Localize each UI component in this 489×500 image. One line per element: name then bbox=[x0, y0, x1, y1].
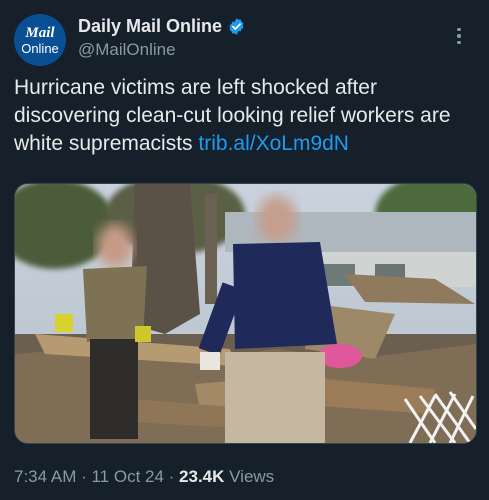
avatar[interactable]: Mail Online bbox=[14, 14, 66, 66]
meta-separator: · bbox=[163, 467, 180, 486]
display-name-row: Daily Mail Online bbox=[78, 16, 246, 37]
verified-badge-icon bbox=[229, 18, 244, 35]
display-name[interactable]: Daily Mail Online bbox=[78, 16, 222, 37]
tweet-media-image[interactable] bbox=[14, 183, 477, 444]
tweet-meta: 7:34 AM · 11 Oct 24 · 23.4K Views bbox=[14, 467, 274, 487]
handle[interactable]: @MailOnline bbox=[78, 40, 246, 60]
tweet-date[interactable]: 11 Oct 24 bbox=[91, 467, 163, 486]
avatar-logo-line1: Mail bbox=[25, 24, 55, 41]
author-names: Daily Mail Online @MailOnline bbox=[78, 16, 246, 60]
tweet-link[interactable]: trib.al/XoLm9dN bbox=[198, 132, 349, 155]
avatar-logo-line2: Online bbox=[21, 40, 59, 56]
views-count: 23.4K bbox=[179, 467, 225, 486]
views-label: Views bbox=[224, 467, 275, 486]
meta-separator: · bbox=[76, 467, 92, 486]
tweet-header: Mail Online Daily Mail Online @MailOnlin… bbox=[14, 14, 475, 66]
tweet-time[interactable]: 7:34 AM bbox=[14, 467, 76, 486]
more-options-icon[interactable] bbox=[449, 24, 469, 48]
media-photo bbox=[15, 184, 476, 443]
tweet-text: Hurricane victims are left shocked after… bbox=[14, 74, 476, 158]
